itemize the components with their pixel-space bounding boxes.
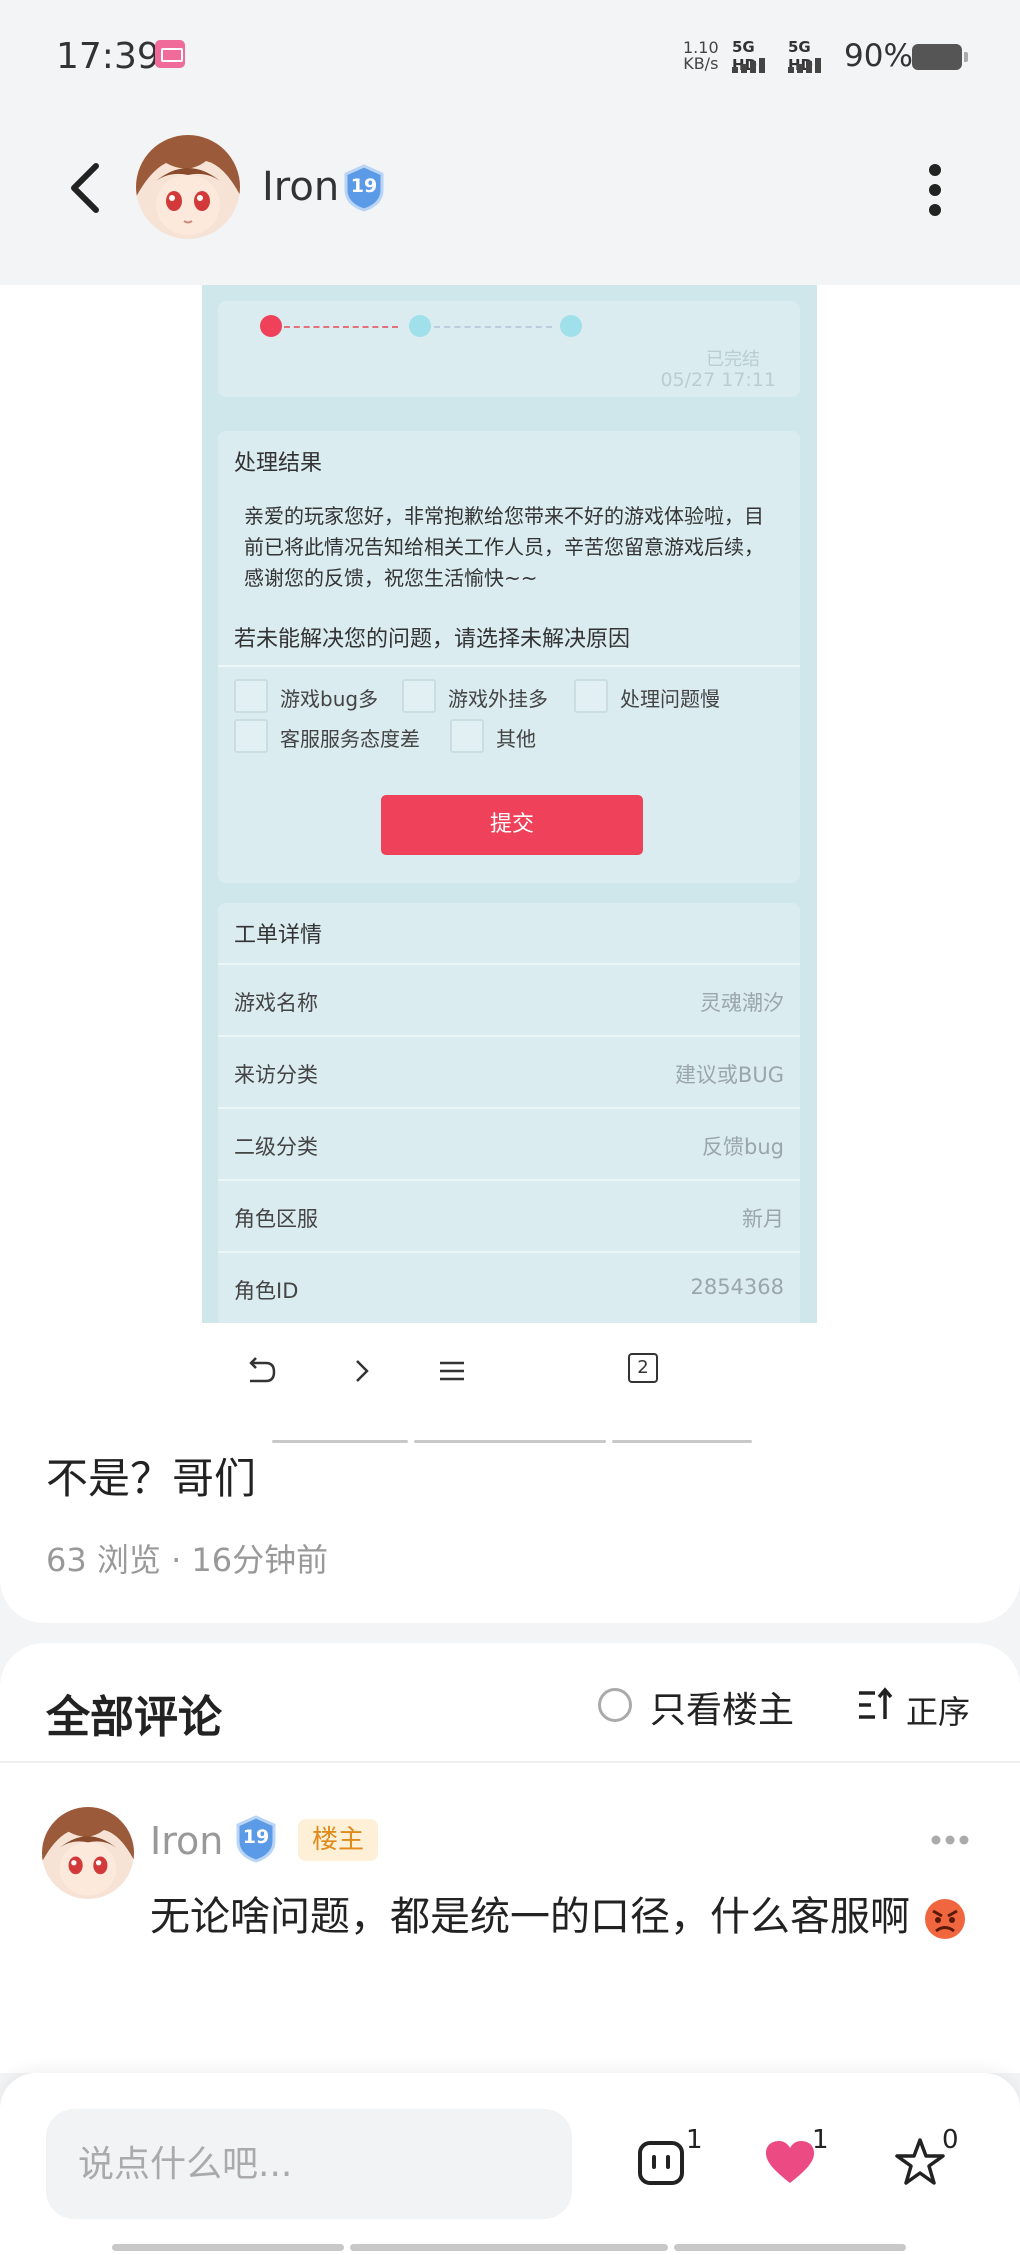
comment-count: 1 <box>686 2125 703 2155</box>
detail-row: 角色ID 2854368 <box>218 1251 800 1323</box>
submit-button[interactable]: 提交 <box>381 795 643 855</box>
option-label: 其他 <box>496 727 536 751</box>
home-indicator[interactable] <box>112 2244 344 2251</box>
home-indicator[interactable] <box>674 2244 906 2251</box>
progress-line-2 <box>434 326 552 328</box>
option-label: 处理问题慢 <box>620 687 720 711</box>
angry-emoji-icon <box>924 1899 965 1939</box>
detail-value: 反馈bug <box>702 1135 784 1159</box>
detail-key: 角色区服 <box>234 1207 318 1231</box>
comments-heading: 全部评论 <box>46 1692 222 1743</box>
home-indicator[interactable] <box>350 2244 668 2251</box>
detail-value: 灵魂潮汐 <box>700 991 784 1015</box>
favorite-star-icon[interactable] <box>892 2135 948 2191</box>
screenshot-nav-indicator <box>414 1440 606 1443</box>
detail-key: 角色ID <box>234 1279 299 1303</box>
screenshot-nav-indicator <box>272 1440 408 1443</box>
signal-icon-sim2: 5G HD <box>788 38 840 74</box>
post-text: 不是？哥们 <box>46 1454 257 1503</box>
sort-icon[interactable] <box>855 1685 895 1725</box>
level-number: 19 <box>350 175 378 197</box>
detail-row: 游戏名称 灵魂潮汐 <box>218 963 800 1035</box>
network-speed: 1.10 KB/s <box>683 40 719 72</box>
post-card: 已完结 05/27 17:11 处理结果 亲爱的玩家您好，非常抱歉给您带来不好的… <box>0 285 1020 1623</box>
like-heart-icon[interactable] <box>762 2135 818 2191</box>
undo-icon <box>249 1357 276 1383</box>
comments-section: 全部评论 只看楼主 正序 Iron 19 楼主 无论啥问题，都是统一的口径，什么… <box>0 1643 1020 2073</box>
result-message: 亲爱的玩家您好，非常抱歉给您带来不好的游戏体验啦，目前已将此情况告知给相关工作人… <box>244 504 764 590</box>
ticket-progress: 已完结 05/27 17:11 <box>218 301 800 397</box>
progress-dot-end <box>560 315 582 337</box>
checkbox[interactable] <box>402 679 436 713</box>
attached-screenshot[interactable]: 已完结 05/27 17:11 处理结果 亲爱的玩家您好，非常抱歉给您带来不好的… <box>202 285 817 1323</box>
checkbox[interactable] <box>574 679 608 713</box>
option-label: 游戏外挂多 <box>448 687 548 711</box>
post-header: Iron 19 <box>0 110 1020 285</box>
detail-row: 来访分类 建议或BUG <box>218 1035 800 1107</box>
sort-label[interactable]: 正序 <box>906 1687 970 1733</box>
bottom-action-bar: 1 1 0 <box>0 2073 1020 2255</box>
forward-icon <box>356 1360 369 1382</box>
battery-icon <box>912 44 968 70</box>
ticket-result: 处理结果 亲爱的玩家您好，非常抱歉给您带来不好的游戏体验啦，目前已将此情况告知给… <box>218 431 800 883</box>
screenshot-nav-indicator <box>612 1440 752 1443</box>
detail-value: 2854368 <box>690 1275 784 1299</box>
menu-icon <box>440 1361 464 1381</box>
progress-dot-start <box>260 315 282 337</box>
level-badge: 19 <box>342 164 386 212</box>
detail-key: 二级分类 <box>234 1135 318 1159</box>
home-icon <box>538 1353 574 1389</box>
progress-dot-middle <box>409 315 431 337</box>
status-time: 17:39 <box>56 36 160 77</box>
ticket-details: 工单详情 游戏名称 灵魂潮汐 来访分类 建议或BUG 二级分类 反馈bug 角色… <box>218 903 800 1323</box>
comment-input[interactable] <box>46 2109 572 2219</box>
favorite-count: 0 <box>942 2125 959 2155</box>
tabs-count: 2 <box>637 1357 649 1378</box>
back-arrow-icon[interactable] <box>62 158 110 218</box>
option-label: 客服服务态度差 <box>280 727 420 751</box>
detail-row: 二级分类 反馈bug <box>218 1107 800 1179</box>
progress-done-time: 05/27 17:11 <box>660 369 776 391</box>
author-avatar[interactable] <box>136 135 240 239</box>
op-tag: 楼主 <box>298 1819 379 1861</box>
post-meta: 63 浏览 · 16分钟前 <box>46 1541 329 1579</box>
commenter-avatar[interactable] <box>42 1807 134 1899</box>
unresolved-prompt: 若未能解决您的问题，请选择未解决原因 <box>234 627 631 652</box>
detail-value: 新月 <box>742 1207 784 1231</box>
detail-title: 工单详情 <box>234 923 323 948</box>
battery-percent: 90% <box>844 38 913 74</box>
tabs-icon: 2 <box>628 1353 658 1383</box>
option-label: 游戏bug多 <box>280 687 379 711</box>
commenter-name[interactable]: Iron <box>150 1819 223 1863</box>
detail-value: 建议或BUG <box>674 1063 784 1087</box>
result-title: 处理结果 <box>234 451 323 476</box>
divider <box>0 1761 1020 1763</box>
level-number: 19 <box>242 1826 270 1848</box>
network-speed-unit: KB/s <box>683 54 719 73</box>
checkbox[interactable] <box>450 719 484 753</box>
checkbox[interactable] <box>234 679 268 713</box>
only-op-radio[interactable] <box>598 1688 632 1722</box>
divider <box>218 665 800 667</box>
detail-key: 游戏名称 <box>234 991 318 1015</box>
status-bar: 17:39 1.10 KB/s 5G HD 5G HD 90% <box>0 0 1020 110</box>
bilibili-app-icon <box>155 40 185 68</box>
detail-key: 来访分类 <box>234 1063 318 1087</box>
comment-more-icon[interactable] <box>930 1833 970 1847</box>
detail-row: 角色区服 新月 <box>218 1179 800 1251</box>
like-count: 1 <box>812 2125 829 2155</box>
signal-icon-sim1: 5G HD <box>732 38 784 74</box>
screenshot-nav-strip: 2 <box>202 1323 817 1443</box>
only-op-label[interactable]: 只看楼主 <box>650 1681 794 1733</box>
progress-line-1 <box>284 326 398 328</box>
comment-text: 无论啥问题，都是统一的口径，什么客服啊 <box>150 1887 970 1947</box>
more-options-icon[interactable] <box>924 162 946 218</box>
author-name[interactable]: Iron <box>262 164 339 210</box>
checkbox[interactable] <box>234 719 268 753</box>
comment-text-content: 无论啥问题，都是统一的口径，什么客服啊 <box>150 1894 910 1940</box>
level-badge: 19 <box>234 1815 278 1863</box>
progress-done-label: 已完结 <box>706 349 760 370</box>
comment-icon[interactable] <box>634 2135 690 2191</box>
